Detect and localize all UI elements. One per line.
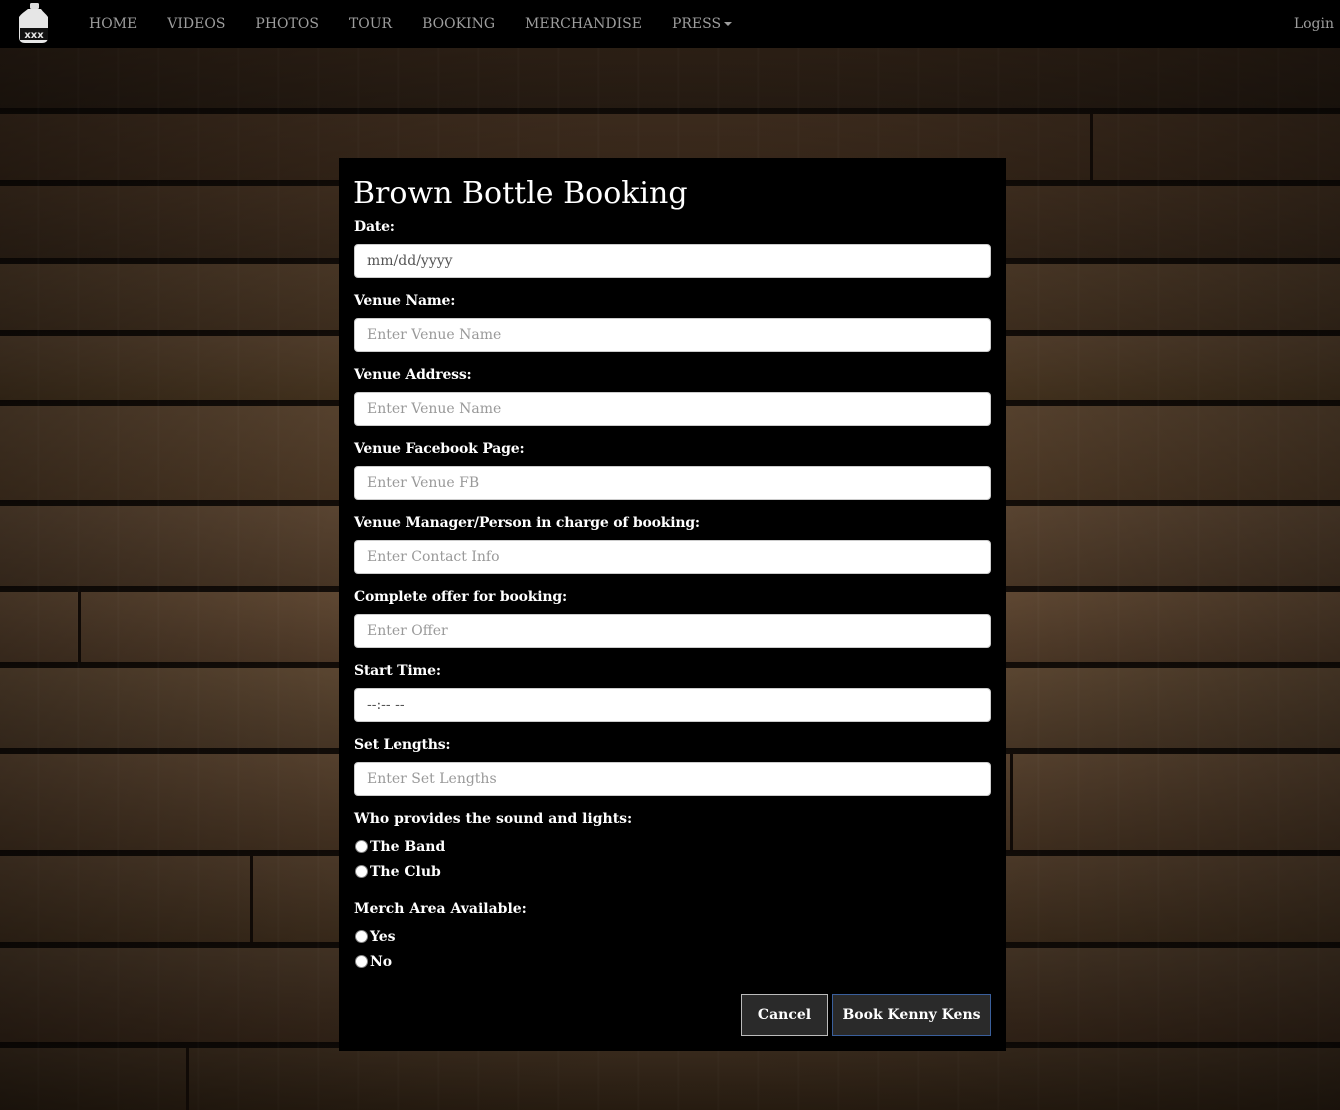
form-actions: Cancel Book Kenny Kens [741, 994, 991, 1036]
radio-label: Yes [370, 928, 396, 945]
nav-press-dropdown[interactable]: PRESS [657, 16, 747, 32]
nav-videos[interactable]: VIDEOS [152, 16, 240, 32]
plank-seam [186, 1048, 189, 1110]
offer-field-group: Complete offer for booking: [354, 588, 991, 648]
date-field-group: Date: mm/dd/yyyy [354, 218, 991, 278]
merch-group: Merch Area Available: Yes No [354, 900, 991, 974]
plank-seam [1010, 754, 1013, 850]
radio-label: The Club [370, 863, 441, 880]
venue-address-field-group: Venue Address: [354, 366, 991, 426]
set-lengths-input[interactable] [354, 762, 991, 796]
jug-logo-icon[interactable]: xxx [16, 2, 52, 46]
radio-button[interactable] [355, 865, 368, 878]
radio-label: No [370, 953, 393, 970]
booking-form-panel: Brown Bottle Booking Date: mm/dd/yyyy Ve… [339, 158, 1006, 1051]
radio-label: The Band [370, 838, 446, 855]
venue-name-input[interactable] [354, 318, 991, 352]
venue-facebook-field-group: Venue Facebook Page: [354, 440, 991, 500]
nav-tour[interactable]: TOUR [334, 16, 407, 32]
venue-address-input[interactable] [354, 392, 991, 426]
plank-seam [78, 592, 81, 662]
nav-merchandise[interactable]: MERCHANDISE [510, 16, 657, 32]
sound-lights-label: Who provides the sound and lights: [354, 811, 633, 827]
cancel-button[interactable]: Cancel [741, 994, 828, 1036]
venue-name-label: Venue Name: [354, 293, 456, 309]
nav-menu: HOME VIDEOS PHOTOS TOUR BOOKING MERCHAND… [74, 0, 747, 48]
venue-manager-label: Venue Manager/Person in charge of bookin… [354, 515, 700, 531]
start-time-label: Start Time: [354, 663, 441, 679]
set-lengths-label: Set Lengths: [354, 737, 451, 753]
start-time-input[interactable]: --:-- -- [354, 688, 991, 722]
offer-label: Complete offer for booking: [354, 589, 567, 605]
radio-option-no[interactable]: No [354, 949, 991, 974]
radio-button[interactable] [355, 955, 368, 968]
nav-home[interactable]: HOME [74, 16, 152, 32]
book-button[interactable]: Book Kenny Kens [832, 994, 991, 1036]
venue-manager-input[interactable] [354, 540, 991, 574]
plank-seam [1090, 114, 1093, 180]
start-time-field-group: Start Time: --:-- -- [354, 662, 991, 722]
form-title: Brown Bottle Booking [353, 176, 688, 211]
date-input[interactable]: mm/dd/yyyy [354, 244, 991, 278]
logo-xxx-text: xxx [24, 30, 44, 41]
radio-option-the-band[interactable]: The Band [354, 834, 991, 859]
sound-lights-group: Who provides the sound and lights: The B… [354, 810, 991, 884]
venue-facebook-input[interactable] [354, 466, 991, 500]
set-lengths-field-group: Set Lengths: [354, 736, 991, 796]
radio-button[interactable] [355, 930, 368, 943]
caret-down-icon [724, 22, 733, 26]
plank-seam [250, 856, 253, 942]
nav-press-label: PRESS [671, 16, 722, 32]
radio-option-the-club[interactable]: The Club [354, 859, 991, 884]
login-link[interactable]: Login [1294, 0, 1334, 48]
date-label: Date: [354, 219, 395, 235]
nav-booking[interactable]: BOOKING [407, 16, 510, 32]
nav-photos[interactable]: PHOTOS [240, 16, 334, 32]
radio-button[interactable] [355, 840, 368, 853]
offer-input[interactable] [354, 614, 991, 648]
venue-manager-field-group: Venue Manager/Person in charge of bookin… [354, 514, 991, 574]
venue-name-field-group: Venue Name: [354, 292, 991, 352]
top-navbar: xxx HOME VIDEOS PHOTOS TOUR BOOKING MERC… [0, 0, 1340, 48]
merch-label: Merch Area Available: [354, 901, 527, 917]
venue-address-label: Venue Address: [354, 367, 472, 383]
radio-option-yes[interactable]: Yes [354, 924, 991, 949]
venue-facebook-label: Venue Facebook Page: [354, 441, 525, 457]
